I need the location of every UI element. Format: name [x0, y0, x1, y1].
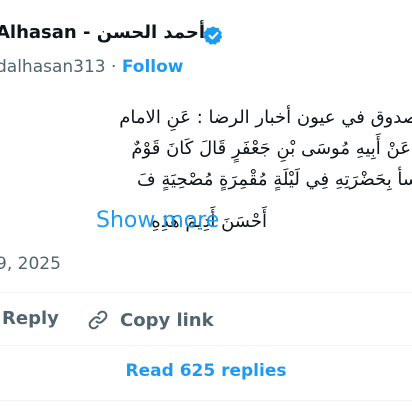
author-handle[interactable]: dalhasan313: [0, 57, 106, 77]
divider: [0, 345, 412, 346]
reply-label: Reply: [2, 308, 59, 329]
divider: [0, 400, 412, 401]
copy-link-label: Copy link: [120, 310, 214, 331]
tweet-text-line: (عَنْ أَبِيهِ مُوسَى بْنِ جَعْفَرٍ قَالَ…: [131, 138, 412, 159]
verified-badge-icon: [203, 26, 223, 45]
tweet-text-line: صدوق في عيون أخبار الرضا : عَنِ الامام: [119, 107, 412, 128]
reply-button[interactable]: Reply: [2, 308, 59, 329]
handle-separator: ·: [111, 57, 117, 77]
read-replies-button[interactable]: Read 625 replies: [0, 361, 412, 381]
divider: [0, 292, 412, 293]
tweet-text-line: سأ بِحَضْرَتِهِ فِي لَيْلَةٍ مُقْمِرَةٍ …: [137, 169, 412, 190]
author-display-name[interactable]: Alhasan - أحمد الحسن: [0, 22, 205, 43]
follow-button[interactable]: Follow: [122, 57, 184, 77]
tweet-date[interactable]: 9, 2025: [0, 254, 61, 274]
copy-link-button[interactable]: Copy link: [86, 308, 214, 332]
author-handle-row: dalhasan313 · Follow: [0, 57, 184, 77]
show-more-link[interactable]: Show more: [96, 208, 219, 233]
link-icon: [88, 310, 108, 330]
